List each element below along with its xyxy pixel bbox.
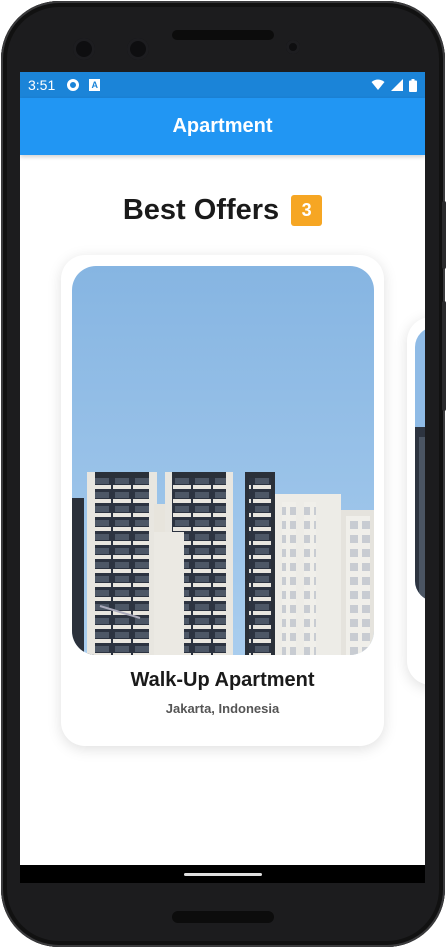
apartment-card-next[interactable]: [407, 317, 425, 685]
sensor-icon: [127, 38, 149, 60]
power-button: [442, 201, 446, 269]
wifi-icon: [371, 79, 385, 90]
front-camera-icon: [73, 38, 95, 60]
card-title: Walk-Up Apartment: [130, 669, 315, 691]
app-bar-title: Apartment: [20, 98, 425, 155]
section-header: Best Offers 3: [20, 190, 425, 230]
status-time: 3:51: [28, 77, 56, 93]
bottom-speaker: [172, 911, 274, 923]
settings-icon: [67, 79, 80, 91]
a-notification-icon: A: [89, 79, 101, 91]
battery-icon: [409, 78, 417, 92]
volume-button: [442, 301, 446, 411]
screen: 3:51 A Apartment Best Offers 3 Walk-Up A…: [20, 72, 425, 883]
section-title: Best Offers: [122, 193, 280, 226]
signal-icon: [391, 79, 403, 91]
proximity-sensor-icon: [286, 40, 300, 54]
apartment-card[interactable]: Walk-Up Apartment Jakarta, Indonesia: [61, 255, 384, 746]
apartment-photo-next: [415, 327, 425, 601]
status-bar: 3:51 A: [20, 72, 425, 98]
apartment-photo: [72, 266, 374, 655]
earpiece-speaker: [172, 30, 274, 40]
home-indicator[interactable]: [184, 873, 262, 876]
offer-count-badge: 3: [291, 194, 323, 226]
system-navigation-bar: [20, 865, 425, 883]
card-location: Jakarta, Indonesia: [165, 701, 280, 716]
